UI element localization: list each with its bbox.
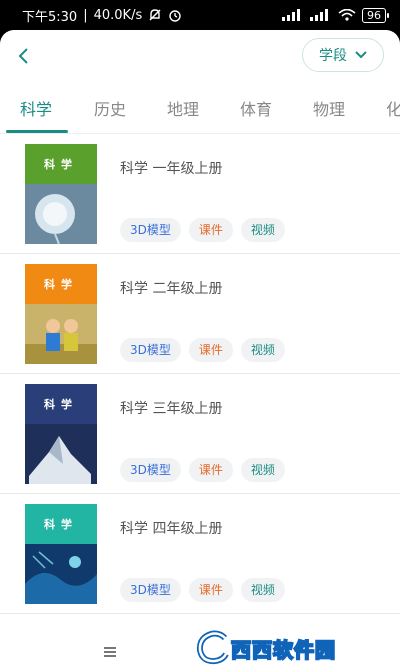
book-title: 科学 四年级上册 [120, 521, 223, 537]
book-cover: 科学 [25, 504, 97, 604]
chip-courseware[interactable]: 课件 [188, 338, 233, 362]
chip-video[interactable]: 视频 [240, 458, 285, 482]
chip-3d-model[interactable]: 3D模型 [120, 218, 181, 242]
chip-courseware[interactable]: 课件 [188, 218, 233, 242]
back-button[interactable] [10, 42, 38, 70]
stage-select-label: 学段 [319, 48, 347, 64]
watermark-text: 西西软件园 [230, 637, 336, 663]
chip-courseware[interactable]: 课件 [188, 458, 233, 482]
book-title: 科学 三年级上册 [120, 401, 223, 417]
tab-history[interactable]: 历史 [94, 96, 126, 120]
cover-image [25, 304, 97, 364]
list-item[interactable]: 科学 科学 三年级上册 3D模型 课件 视频 [0, 374, 400, 494]
cover-title: 科学 [44, 518, 78, 531]
book-list: 科学 科学 一年级上册 3D模型 课件 视频 科学 科学 二年级上册 3D模型 … [0, 134, 400, 614]
chip-3d-model[interactable]: 3D模型 [120, 458, 181, 482]
signal-icon [310, 9, 332, 21]
battery-indicator: 96 [362, 7, 389, 23]
cover-image [25, 184, 97, 244]
status-time: 下午5:30 [22, 9, 78, 25]
top-bar: 学段 [0, 30, 400, 82]
menu-icon[interactable] [100, 642, 120, 662]
active-tab-indicator [6, 130, 68, 133]
tab-geography[interactable]: 地理 [167, 96, 199, 120]
list-item[interactable]: 科学 科学 四年级上册 3D模型 课件 视频 [0, 494, 400, 614]
alarm-icon [169, 10, 181, 22]
cover-title: 科学 [44, 278, 78, 291]
chevron-down-icon [355, 51, 367, 59]
signal-icon [282, 9, 304, 21]
book-cover: 科学 [25, 264, 97, 364]
chip-video[interactable]: 视频 [240, 218, 285, 242]
list-item[interactable]: 科学 科学 一年级上册 3D模型 课件 视频 [0, 134, 400, 254]
watermark: 西西软件园 [195, 628, 336, 666]
wifi-icon [338, 9, 356, 21]
chip-3d-model[interactable]: 3D模型 [120, 578, 181, 602]
book-title: 科学 二年级上册 [120, 281, 223, 297]
chip-video[interactable]: 视频 [240, 338, 285, 362]
chevron-left-icon [18, 48, 28, 64]
stage-select-button[interactable]: 学段 [302, 38, 384, 72]
watermark-logo-icon [196, 630, 229, 665]
cover-title: 科学 [44, 158, 78, 171]
chip-3d-model[interactable]: 3D模型 [120, 338, 181, 362]
status-bar: 下午5:30 | 40.0K/s 96 [0, 0, 400, 30]
subject-tabs: 科学 历史 地理 体育 物理 化 [0, 82, 400, 134]
app-screen: 学段 科学 历史 地理 体育 物理 化 科学 科学 一年级上册 3D模型 课件 … [0, 30, 400, 666]
mute-icon [149, 9, 161, 21]
tab-physics[interactable]: 物理 [313, 96, 345, 120]
network-speed: 40.0K/s [93, 7, 143, 23]
chip-video[interactable]: 视频 [240, 578, 285, 602]
cover-image [25, 424, 97, 484]
tab-science[interactable]: 科学 [20, 96, 52, 120]
list-item[interactable]: 科学 科学 二年级上册 3D模型 课件 视频 [0, 254, 400, 374]
book-cover: 科学 [25, 384, 97, 484]
cover-title: 科学 [44, 398, 78, 411]
book-cover: 科学 [25, 144, 97, 244]
book-title: 科学 一年级上册 [120, 161, 223, 177]
tab-pe[interactable]: 体育 [240, 96, 272, 120]
chip-courseware[interactable]: 课件 [188, 578, 233, 602]
cover-image [25, 544, 97, 604]
tab-chemistry[interactable]: 化 [386, 96, 400, 120]
